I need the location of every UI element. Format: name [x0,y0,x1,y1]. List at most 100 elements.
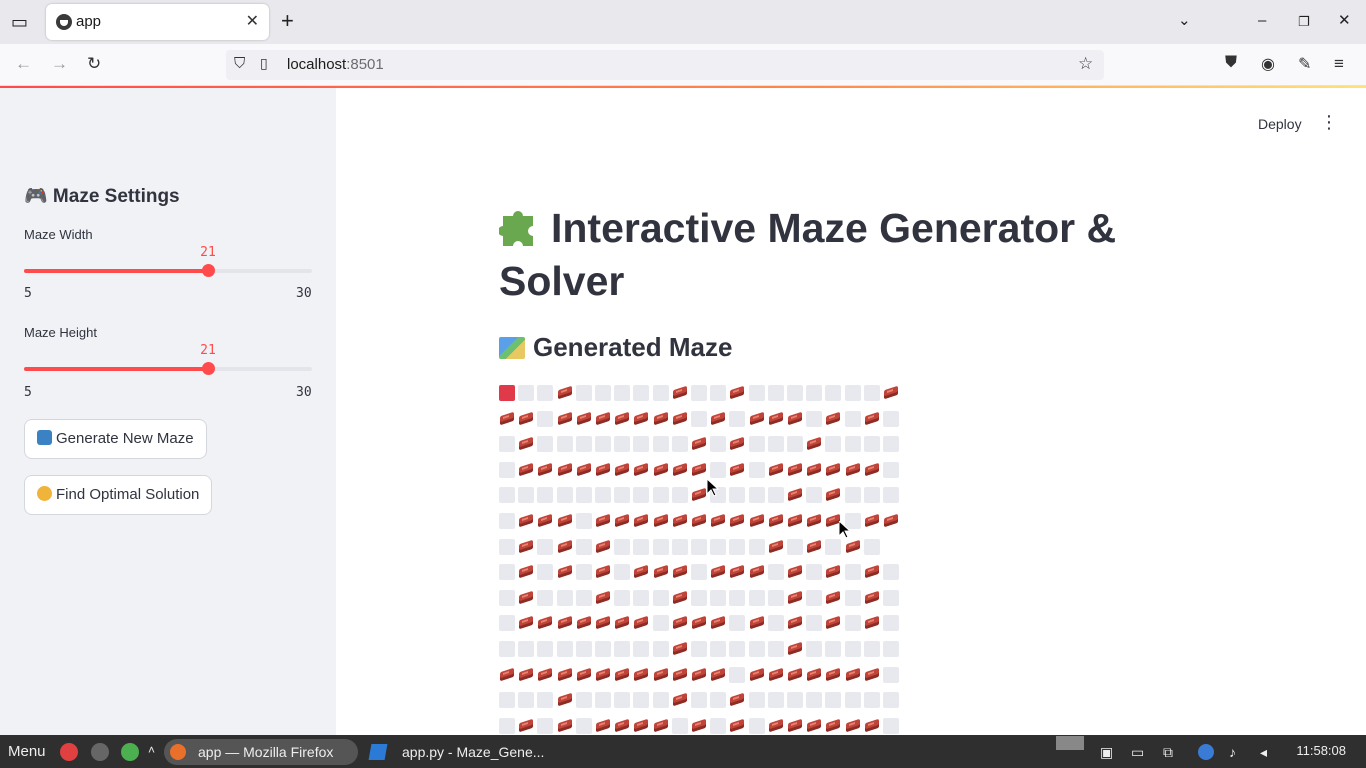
maze-wall-cell [595,462,611,478]
browser-nav-bar: ← → ↻ ⛉ ▯ localhost:8501 ☆ ⛊ ◉ ✎ ≡ [0,44,1366,86]
maze-width-label: Maze Width [24,227,93,242]
slider-value: 21 [200,343,216,358]
maze-height-min: 5 [24,385,32,400]
maze-path-cell [518,692,534,708]
maze-wall-cell [518,462,534,478]
new-tab-icon[interactable]: + [281,10,294,32]
taskbar-vscode[interactable]: app.py - Maze_Gene... [368,739,558,765]
maze-path-cell [729,641,745,657]
maze-path-cell [710,718,726,734]
maze-wall-cell [633,718,649,734]
camera-icon[interactable]: ▣ [1100,744,1116,760]
maze-wall-cell [691,487,707,503]
list-tabs-chevron-icon[interactable]: ⌄ [1178,12,1191,30]
maze-width-max: 30 [296,286,312,301]
browser-tab[interactable]: app ✕ [46,4,269,40]
maze-path-cell [806,692,822,708]
maze-wall-cell [672,564,688,580]
maze-path-cell [537,487,553,503]
maze-width-slider[interactable]: 21 [24,245,312,277]
maze-path-cell [633,385,649,401]
maze-path-cell [883,718,899,734]
maze-wall-cell [749,667,765,683]
maze-path-cell [499,436,515,452]
maze-path-cell [653,487,669,503]
account-icon[interactable]: ◉ [1261,54,1275,74]
pocket-icon[interactable]: ⛊ [1225,54,1237,72]
taskbar-firefox[interactable]: app — Mozilla Firefox [164,739,358,765]
maze-wall-cell [691,436,707,452]
maze-path-cell [845,436,861,452]
sidebar-header: 🎮 Maze Settings [24,186,180,207]
forward-arrow-icon[interactable]: → [51,54,68,74]
search-icon[interactable] [121,743,139,761]
maze-wall-cell [614,411,630,427]
maze-wall-cell [729,436,745,452]
workspace-icon[interactable] [1056,736,1084,750]
reload-icon[interactable]: ↻ [87,54,101,74]
maze-height-slider[interactable]: 21 [24,343,312,375]
maze-path-cell [557,487,573,503]
maze-wall-cell [557,513,573,529]
maze-wall-cell [691,718,707,734]
find-solution-label: Find Optimal Solution [56,486,200,503]
url-bar[interactable]: ⛉ ▯ localhost:8501 ☆ [226,50,1104,80]
back-arrow-icon[interactable]: ← [15,54,32,74]
maze-wall-cell [710,564,726,580]
slider-thumb[interactable] [202,362,215,375]
maze-path-cell [710,590,726,606]
bluetooth-icon[interactable] [1198,744,1214,760]
maze-wall-cell [614,462,630,478]
main-menu-kebab-icon[interactable]: ⋮ [1320,112,1338,133]
browser-tab-bar: ▭ app ✕ + ⌄ – ❐ ✕ [0,0,1366,44]
maze-path-cell [653,539,669,555]
maze-path-cell [518,487,534,503]
maze-wall-cell [614,615,630,631]
extensions-icon[interactable]: ✎ [1298,54,1311,74]
maze-wall-cell [729,385,745,401]
maze-height-label: Maze Height [24,325,97,340]
notifications-icon[interactable]: ♪ [1229,744,1245,760]
maze-wall-cell [787,718,803,734]
maze-wall-cell [749,513,765,529]
maze-path-cell [845,615,861,631]
maze-wall-cell [518,539,534,555]
maze-path-cell [710,385,726,401]
minimize-icon[interactable]: – [1258,12,1266,30]
maze-path-cell [806,564,822,580]
maze-path-cell [806,641,822,657]
volume-icon[interactable]: ◂ [1260,744,1276,760]
chevron-up-icon[interactable]: ˄ [148,743,155,757]
maze-wall-cell [595,718,611,734]
bookmark-star-icon[interactable]: ☆ [1078,54,1093,74]
shield-icon[interactable]: ⛉ [234,55,245,72]
generate-maze-button[interactable]: Generate New Maze [24,419,207,459]
maze-path-cell [729,615,745,631]
restore-icon[interactable]: ❐ [1298,13,1310,31]
deploy-button[interactable]: Deploy [1250,112,1310,136]
maze-wall-cell [633,564,649,580]
terminal-icon[interactable] [91,743,109,761]
maze-path-cell [537,436,553,452]
maze-path-cell [633,436,649,452]
maze-wall-cell [576,462,592,478]
find-solution-button[interactable]: Find Optimal Solution [24,475,213,515]
page-info-icon[interactable]: ▯ [260,55,268,72]
maze-wall-cell [672,590,688,606]
maze-path-cell [499,641,515,657]
maze-path-cell [518,385,534,401]
maze-path-cell [537,411,553,427]
start-menu-button[interactable]: Menu [8,743,46,760]
maze-path-cell [499,462,515,478]
tab-overview-icon[interactable]: ▭ [11,13,28,31]
maze-wall-cell [864,667,880,683]
slider-thumb[interactable] [202,264,215,277]
app-launcher-icon[interactable] [60,743,78,761]
maze-wall-cell [595,411,611,427]
window-close-icon[interactable]: ✕ [1338,12,1351,30]
maze-path-cell [576,641,592,657]
display-icon[interactable]: ▭ [1131,744,1147,760]
close-tab-icon[interactable]: ✕ [246,11,259,31]
app-menu-icon[interactable]: ≡ [1334,54,1344,74]
network-icon[interactable]: ⧉ [1163,744,1179,760]
